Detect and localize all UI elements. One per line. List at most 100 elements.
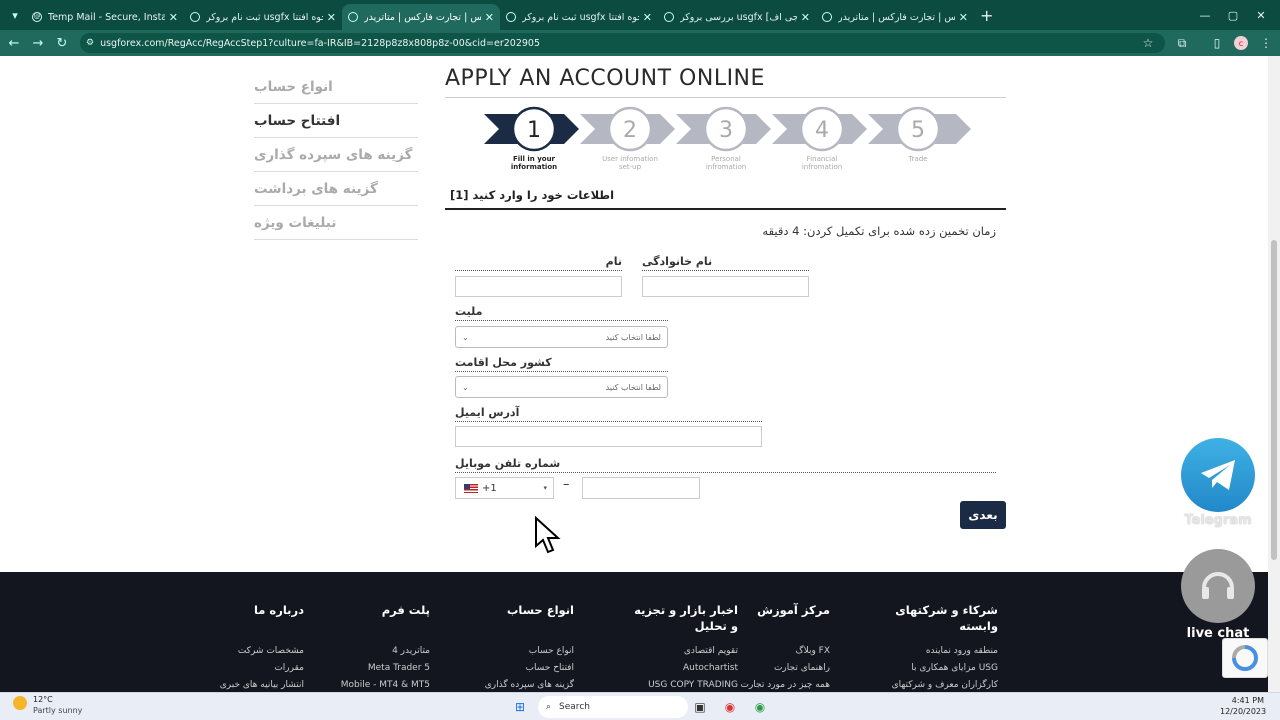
residence-select[interactable]: لطفا انتخاب کنید ⌄ [455, 376, 668, 398]
tab-close-icon[interactable]: ✕ [169, 11, 178, 24]
tab-close-icon[interactable]: ✕ [959, 11, 968, 24]
web-page: انواع حساب افتتاح حساب گزینه های سپرده گ… [0, 56, 1268, 692]
email-label: آدرس ایمیل [455, 406, 762, 422]
windows-start-icon[interactable]: ⊞ [510, 697, 530, 717]
mouse-cursor-icon [535, 516, 561, 554]
footer-col-accounts: انواع حساب انواع حساب افتتاح حساب گزینه … [484, 603, 574, 690]
browser-menu-icon[interactable]: ⋮ [1256, 33, 1276, 53]
taskbar-search[interactable]: ⌕ Search [538, 696, 688, 718]
step-number-5: 5 [911, 118, 925, 143]
tab-close-icon[interactable]: ✕ [485, 11, 494, 24]
telegram-button[interactable] [1181, 438, 1255, 512]
tab-close-icon[interactable]: ✕ [327, 11, 336, 24]
url-field[interactable]: ⚙ usgforex.com/RegAcc/RegAccStep1?cultur… [80, 33, 1165, 53]
step-label-4: Financial infromation [801, 155, 843, 171]
tab-close-icon[interactable]: ✕ [643, 11, 652, 24]
step-label-5: Trade [908, 155, 928, 163]
step-number-1: 1 [527, 118, 541, 143]
caret-down-icon: ▾ [543, 484, 547, 492]
tab-forex-2[interactable]: فارکس | تجارت فارکس | متاتریدر✕ [816, 4, 974, 30]
chevron-down-icon: ⌄ [462, 332, 469, 342]
bookmark-star-icon[interactable]: ☆ [1138, 33, 1158, 53]
site-footer: درباره ما مشخصات شرکت مقررات انتشار بیان… [0, 572, 1268, 692]
tab-usgforex-active[interactable]: فارکس | تجارت فارکس | متاتریدر✕ [342, 4, 500, 30]
sidebar-icon[interactable]: ▯ [1207, 33, 1227, 53]
new-tab-button[interactable]: + [980, 6, 993, 25]
sidebar-item-withdraw-options[interactable]: گزینه های برداشت [254, 172, 418, 206]
step-label-3: Personal infromation [705, 155, 747, 171]
windows-taskbar: 12°C Partly sunny ⊞ ⌕ Search ▣ ◉ ◉ 4:41 P… [0, 692, 1280, 720]
tab-favicon-icon [190, 12, 200, 22]
weather-sun-icon[interactable] [13, 696, 27, 710]
page-title: APPLY AN ACCOUNT ONLINE [445, 66, 765, 91]
estimated-time: زمان تخمین زده شده برای تکمیل کردن: 4 دق… [762, 224, 996, 238]
recaptcha-icon [1232, 645, 1258, 671]
nationality-select[interactable]: لطفا انتخاب کنید ⌄ [455, 326, 668, 348]
tab-favicon-icon [822, 12, 832, 22]
us-flag-icon [464, 483, 478, 493]
forward-icon[interactable]: → [26, 36, 50, 51]
tab-usgfx-signup[interactable]: ثبت نام بروکر usgfx نحوه افتتا✕ [184, 4, 342, 30]
last-name-label: نام خانوادگی [642, 255, 809, 271]
step-label-1: Fill in your information [510, 155, 558, 171]
next-button[interactable]: بعدی [960, 501, 1006, 529]
reload-icon[interactable]: ↻ [50, 36, 74, 51]
registration-stepper: 1 2 3 4 5 Fill in your information User i… [484, 104, 974, 176]
chrome-app-icon-2[interactable]: ◉ [750, 697, 770, 717]
nationality-label: ملیت [455, 305, 668, 321]
phone-separator: – [563, 477, 570, 492]
telegram-label: Telegram [1184, 513, 1252, 528]
residence-label: کشور محل اقامت [455, 356, 668, 372]
browser-tab-strip: ▾ @Temp Mail - Secure, Instant, Fast✕ ثب… [0, 0, 1280, 30]
weather-description: Partly sunny [33, 706, 83, 715]
email-input[interactable] [455, 426, 762, 447]
scrollbar-thumb[interactable] [1271, 240, 1277, 560]
headset-icon [1202, 572, 1234, 599]
live-chat-button[interactable] [1181, 549, 1255, 623]
step-number-2: 2 [623, 118, 637, 143]
recaptcha-badge[interactable] [1222, 638, 1268, 678]
back-icon[interactable]: ← [2, 36, 26, 51]
footer-col-about: درباره ما مشخصات شرکت مقررات انتشار بیان… [219, 603, 304, 690]
chrome-app-icon[interactable]: ◉ [720, 697, 740, 717]
sidebar-item-account-types[interactable]: انواع حساب [254, 70, 418, 104]
stepper-arrows: 1 2 3 4 5 [484, 106, 971, 152]
extensions-icon[interactable]: ⧉ [1172, 33, 1192, 53]
profile-avatar[interactable]: c [1234, 36, 1248, 50]
tab-favicon-icon [664, 12, 674, 22]
phone-country-select[interactable]: +1 ▾ [455, 477, 554, 499]
footer-col-platform: پلت فرم متاتریدر 4 Meta Trader 5 Mobile … [340, 603, 430, 690]
section-title: اطلاعات خود را وارد کنید [1] [450, 188, 615, 202]
telegram-icon [1201, 460, 1235, 490]
tab-favicon-icon [348, 12, 358, 22]
step-label-2: User infomation set-up [602, 155, 658, 171]
tab-search-icon[interactable]: ▾ [4, 4, 26, 26]
taskbar-clock[interactable]: 4:41 PM 12/20/2023 [1220, 695, 1266, 717]
site-info-icon[interactable]: ⚙ [86, 38, 94, 48]
sidebar-item-promotions[interactable]: تبلیغات ویژه [254, 206, 418, 240]
tab-usgfx-review[interactable]: بررسی بروکر usgfx [یو اس جی اف✕ [658, 4, 816, 30]
first-name-label: نام [455, 255, 622, 271]
tab-close-icon[interactable]: ✕ [801, 11, 810, 24]
footer-col-education: مرکز آموزش FX وبلاگ راهنمای تجارت همه چی… [740, 603, 830, 690]
tab-usgfx-signup-2[interactable]: ثبت نام بروکر usgfx نحوه افتتا✕ [500, 4, 658, 30]
search-icon: ⌕ [546, 702, 552, 712]
section-divider [445, 208, 1006, 210]
tab-favicon-icon: @ [32, 12, 42, 22]
phone-input[interactable] [582, 477, 700, 499]
weather-temperature: 12°C [33, 695, 53, 704]
footer-col-partners: شرکاء و شرکتهای وابسته منطقه ورود نمایند… [891, 603, 998, 690]
sidebar-menu: انواع حساب افتتاح حساب گزینه های سپرده گ… [254, 70, 418, 240]
tab-favicon-icon [506, 12, 516, 22]
title-divider [445, 97, 1006, 98]
sidebar-item-open-account[interactable]: افتتاح حساب [254, 104, 418, 138]
sidebar-item-deposit-options[interactable]: گزینه های سپرده گذاری [254, 138, 418, 172]
address-toolbar: ← → ↻ ⚙ usgforex.com/RegAcc/RegAccStep1?… [0, 30, 1280, 56]
first-name-input[interactable] [455, 276, 622, 297]
tab-temp-mail[interactable]: @Temp Mail - Secure, Instant, Fast✕ [26, 4, 184, 30]
step-number-3: 3 [719, 118, 733, 143]
close-window-icon[interactable]: ✕ [1244, 0, 1278, 30]
last-name-input[interactable] [642, 276, 809, 297]
task-view-icon[interactable]: ▣ [690, 697, 710, 717]
chevron-down-icon: ⌄ [462, 382, 469, 392]
